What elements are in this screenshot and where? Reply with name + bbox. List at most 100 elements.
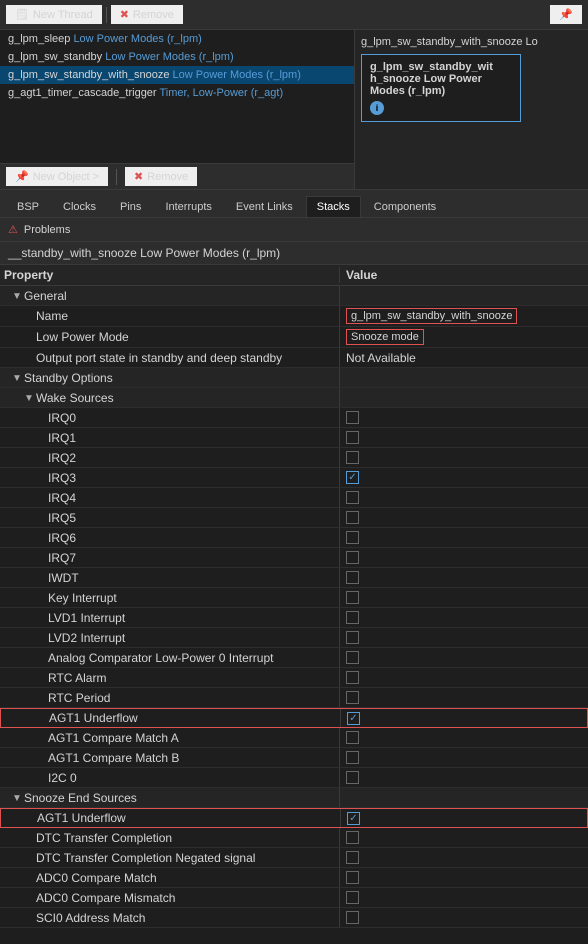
prop-val-rtc-period[interactable] bbox=[340, 688, 588, 707]
cb-irq3[interactable]: ✓ bbox=[346, 471, 359, 484]
object-toolbar-sep bbox=[116, 169, 117, 185]
properties-title: _standby_with_snooze Low Power Modes (r_… bbox=[15, 246, 280, 260]
prop-row-irq0: IRQ0 bbox=[0, 408, 588, 428]
section-general: ▼ General bbox=[0, 286, 588, 306]
tab-clocks[interactable]: Clocks bbox=[52, 196, 107, 217]
prop-val-irq3[interactable]: ✓ bbox=[340, 468, 588, 487]
properties-header: __standby_with_snooze Low Power Modes (r… bbox=[0, 242, 588, 265]
tab-interrupts[interactable]: Interrupts bbox=[154, 196, 222, 217]
cb-agt1-underflow-snooze[interactable]: ✓ bbox=[347, 812, 360, 825]
name-value[interactable]: g_lpm_sw_standby_with_snooze bbox=[346, 308, 517, 324]
cb-agt1-cmb[interactable] bbox=[346, 751, 359, 764]
remove-object-icon: ✖ bbox=[134, 170, 143, 183]
new-thread-button[interactable]: 🗒 New Thread bbox=[6, 5, 102, 24]
prop-key-lvd2: LVD2 Interrupt bbox=[0, 628, 340, 647]
thread-item-agt-timer[interactable]: g_agt1_timer_cascade_trigger Timer, Low-… bbox=[0, 84, 354, 102]
prop-val-agt1-underflow-snooze[interactable]: ✓ bbox=[341, 809, 587, 827]
snooze-end-arrow[interactable]: ▼ bbox=[12, 793, 22, 803]
remove-thread-button[interactable]: ✖ Remove bbox=[111, 5, 183, 24]
prop-val-key-interrupt[interactable] bbox=[340, 588, 588, 607]
thread-list: g_lpm_sleep Low Power Modes (r_lpm) g_lp… bbox=[0, 30, 354, 163]
wake-sources-arrow[interactable]: ▼ bbox=[24, 393, 34, 403]
prop-row-agt1-cmb: AGT1 Compare Match B bbox=[0, 748, 588, 768]
cb-irq0[interactable] bbox=[346, 411, 359, 424]
prop-val-agt1-cmb[interactable] bbox=[340, 748, 588, 767]
prop-val-irq0[interactable] bbox=[340, 408, 588, 427]
prop-val-irq7[interactable] bbox=[340, 548, 588, 567]
prop-val-name[interactable]: g_lpm_sw_standby_with_snooze bbox=[340, 306, 588, 326]
cb-dtc-negated[interactable] bbox=[346, 851, 359, 864]
prop-val-irq1[interactable] bbox=[340, 428, 588, 447]
prop-val-irq2[interactable] bbox=[340, 448, 588, 467]
prop-key-dtc-complete: DTC Transfer Completion bbox=[0, 828, 340, 847]
cb-agt1-underflow-wake[interactable]: ✓ bbox=[347, 712, 360, 725]
prop-val-iwdt[interactable] bbox=[340, 568, 588, 587]
cb-sci0-addr[interactable] bbox=[346, 911, 359, 924]
cb-irq5[interactable] bbox=[346, 511, 359, 524]
cb-irq7[interactable] bbox=[346, 551, 359, 564]
prop-row-lvd1: LVD1 Interrupt bbox=[0, 608, 588, 628]
prop-val-adc0-mismatch[interactable] bbox=[340, 888, 588, 907]
prop-val-irq4[interactable] bbox=[340, 488, 588, 507]
remove-thread-label: Remove bbox=[133, 9, 174, 21]
section-snooze-end: ▼ Snooze End Sources bbox=[0, 788, 588, 808]
cb-key-interrupt[interactable] bbox=[346, 591, 359, 604]
cb-irq2[interactable] bbox=[346, 451, 359, 464]
prop-val-sci0-addr[interactable] bbox=[340, 908, 588, 927]
remove-object-button[interactable]: ✖ Remove bbox=[125, 167, 197, 186]
thread-item-standby-snooze[interactable]: g_lpm_sw_standby_with_snooze Low Power M… bbox=[0, 66, 354, 84]
cb-dtc-complete[interactable] bbox=[346, 831, 359, 844]
prop-key-irq2: IRQ2 bbox=[0, 448, 340, 467]
cb-irq6[interactable] bbox=[346, 531, 359, 544]
prop-val-analog-comp[interactable] bbox=[340, 648, 588, 667]
prop-val-lvd2[interactable] bbox=[340, 628, 588, 647]
prop-val-agt1-cma[interactable] bbox=[340, 728, 588, 747]
tab-components[interactable]: Components bbox=[363, 196, 447, 217]
prop-row-adc0-mismatch: ADC0 Compare Mismatch bbox=[0, 888, 588, 908]
cb-adc0-match[interactable] bbox=[346, 871, 359, 884]
prop-val-rtc-alarm[interactable] bbox=[340, 668, 588, 687]
tab-stacks[interactable]: Stacks bbox=[306, 196, 361, 217]
thread-item-standby[interactable]: g_lpm_sw_standby Low Power Modes (r_lpm) bbox=[0, 48, 354, 66]
cb-lvd2[interactable] bbox=[346, 631, 359, 644]
prop-val-lvd1[interactable] bbox=[340, 608, 588, 627]
pin-button[interactable]: 📌 bbox=[550, 5, 582, 24]
prop-val-agt1-underflow-wake[interactable]: ✓ bbox=[341, 709, 587, 727]
general-collapse-arrow[interactable]: ▼ bbox=[12, 291, 22, 301]
cb-irq4[interactable] bbox=[346, 491, 359, 504]
prop-key-lvd1: LVD1 Interrupt bbox=[0, 608, 340, 627]
prop-val-i2c0[interactable] bbox=[340, 768, 588, 787]
cb-irq1[interactable] bbox=[346, 431, 359, 444]
prop-key-rtc-period: RTC Period bbox=[0, 688, 340, 707]
cb-lvd1[interactable] bbox=[346, 611, 359, 624]
cb-rtc-alarm[interactable] bbox=[346, 671, 359, 684]
lpm-value[interactable]: Snooze mode bbox=[346, 329, 424, 345]
cb-iwdt[interactable] bbox=[346, 571, 359, 584]
standby-options-arrow[interactable]: ▼ bbox=[12, 373, 22, 383]
tab-pins[interactable]: Pins bbox=[109, 196, 152, 217]
prop-val-dtc-negated[interactable] bbox=[340, 848, 588, 867]
thread-item-sleep[interactable]: g_lpm_sleep Low Power Modes (r_lpm) bbox=[0, 30, 354, 48]
prop-val-adc0-match[interactable] bbox=[340, 868, 588, 887]
prop-row-adc0-match: ADC0 Compare Match bbox=[0, 868, 588, 888]
prop-key-irq4: IRQ4 bbox=[0, 488, 340, 507]
prop-key-adc0-mismatch: ADC0 Compare Mismatch bbox=[0, 888, 340, 907]
cb-rtc-period[interactable] bbox=[346, 691, 359, 704]
component-info-icon[interactable]: i bbox=[370, 101, 384, 115]
prop-row-rtc-period: RTC Period bbox=[0, 688, 588, 708]
tab-bsp[interactable]: BSP bbox=[6, 196, 50, 217]
cb-i2c0[interactable] bbox=[346, 771, 359, 784]
prop-val-lpm[interactable]: Snooze mode bbox=[340, 327, 588, 347]
prop-key-agt1-cmb: AGT1 Compare Match B bbox=[0, 748, 340, 767]
prop-key-irq6: IRQ6 bbox=[0, 528, 340, 547]
value-column-header: Value bbox=[340, 267, 588, 283]
cb-adc0-mismatch[interactable] bbox=[346, 891, 359, 904]
cb-analog-comp[interactable] bbox=[346, 651, 359, 664]
prop-val-irq6[interactable] bbox=[340, 528, 588, 547]
prop-val-dtc-complete[interactable] bbox=[340, 828, 588, 847]
cb-agt1-cma[interactable] bbox=[346, 731, 359, 744]
new-object-button[interactable]: 📌 New Object > bbox=[6, 167, 108, 186]
tab-event-links[interactable]: Event Links bbox=[225, 196, 304, 217]
prop-val-irq5[interactable] bbox=[340, 508, 588, 527]
general-section-key: ▼ General bbox=[0, 286, 340, 305]
